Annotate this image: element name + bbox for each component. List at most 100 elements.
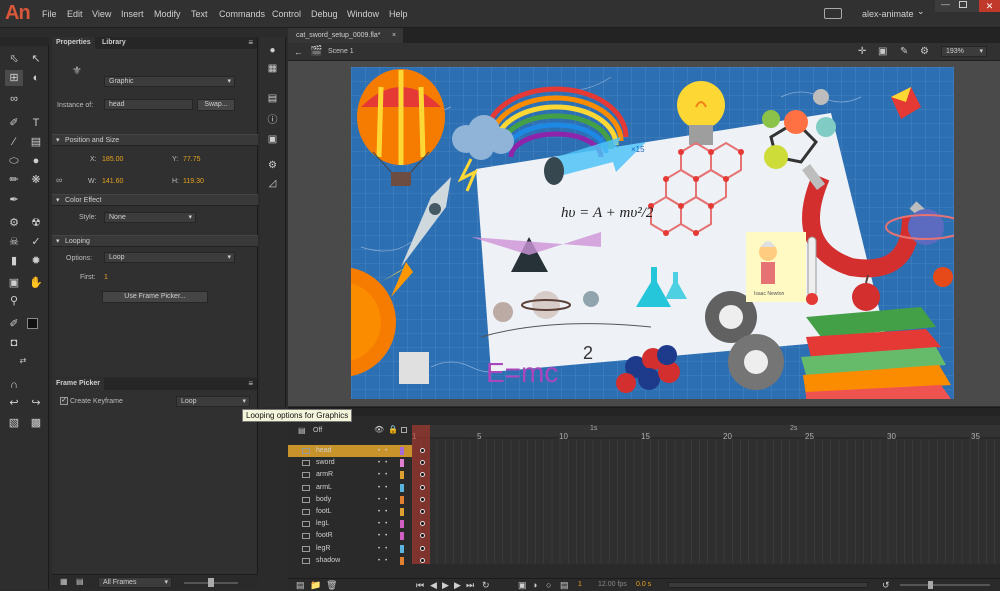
- step-forward-icon[interactable]: ▶: [454, 580, 461, 591]
- layer-name[interactable]: legL: [316, 518, 329, 530]
- layer-visibility-lock-dots[interactable]: ••: [378, 457, 392, 469]
- menu-insert[interactable]: Insert: [121, 9, 144, 19]
- menu-text[interactable]: Text: [191, 9, 208, 19]
- option-icon[interactable]: ▧: [5, 415, 23, 431]
- zoom-tool-icon[interactable]: ⚲: [5, 293, 23, 309]
- menu-file[interactable]: File: [42, 9, 57, 19]
- play-icon[interactable]: ▶: [442, 580, 449, 591]
- layer-name[interactable]: shadow: [316, 555, 340, 567]
- layer-row-armR[interactable]: armR ••: [288, 469, 412, 481]
- lock-all-icon[interactable]: 🔒: [388, 425, 398, 434]
- create-keyframe-checkbox[interactable]: ✓: [60, 397, 68, 405]
- grid-view-icon[interactable]: ▦: [60, 577, 68, 586]
- edit-multiple-frames-icon[interactable]: ▤: [560, 580, 569, 591]
- layer-color-swatch[interactable]: [400, 447, 404, 455]
- layer-name[interactable]: footR: [316, 530, 333, 542]
- transform-panel-icon[interactable]: ▣: [265, 133, 280, 146]
- subselection-tool-icon[interactable]: ↖: [27, 51, 45, 67]
- layer-name[interactable]: armL: [316, 482, 332, 494]
- frame-rate[interactable]: 12.00 fps: [598, 581, 627, 588]
- eyedropper-tool-icon[interactable]: ✓: [27, 234, 45, 250]
- panel-menu-icon[interactable]: ≡: [248, 38, 253, 47]
- layer-color-swatch[interactable]: [400, 508, 404, 516]
- menu-commands[interactable]: Commands: [219, 9, 265, 19]
- layer-row-legL[interactable]: legL ••: [288, 518, 412, 530]
- tab-frame-picker[interactable]: Frame Picker: [52, 378, 104, 390]
- pen-tool-icon[interactable]: ✐: [5, 115, 23, 131]
- delete-layer-icon[interactable]: 🗑: [326, 580, 337, 591]
- tab-library[interactable]: Library: [98, 37, 130, 49]
- first-frame-icon[interactable]: ⏮: [416, 580, 424, 591]
- loop-icon[interactable]: ↻: [482, 580, 490, 591]
- section-looping[interactable]: Looping: [52, 235, 258, 247]
- layer-visibility-lock-dots[interactable]: ••: [378, 530, 392, 542]
- layer-name[interactable]: head: [316, 445, 332, 457]
- layer-row-legR[interactable]: legR ••: [288, 543, 412, 555]
- snap-magnet-icon[interactable]: ∩: [5, 377, 23, 393]
- tab-properties[interactable]: Properties: [52, 37, 95, 49]
- menu-modify[interactable]: Modify: [154, 9, 181, 19]
- back-arrow-icon[interactable]: ←: [294, 47, 303, 57]
- edit-symbols-icon[interactable]: ⚙: [920, 46, 929, 57]
- fill-color-icon[interactable]: ◘: [5, 335, 23, 351]
- center-frame-icon[interactable]: ▣: [518, 580, 527, 591]
- frames-grid[interactable]: [412, 439, 1000, 564]
- instance-of-field[interactable]: head: [104, 99, 193, 110]
- layer-visibility-lock-dots[interactable]: ••: [378, 494, 392, 506]
- playhead[interactable]: [412, 425, 430, 564]
- edit-scene-icon[interactable]: ✎: [900, 46, 908, 57]
- stage-center-icon[interactable]: ✛: [858, 46, 866, 57]
- frame-picker-menu-icon[interactable]: ≡: [248, 379, 253, 388]
- 3d-rotation-tool-icon[interactable]: ◐: [27, 70, 45, 86]
- rectangle-tool-icon[interactable]: ▤: [27, 134, 45, 150]
- clip-content-icon[interactable]: ▣: [878, 46, 887, 57]
- y-value[interactable]: 77.75: [183, 156, 201, 163]
- bone-tool-icon[interactable]: ⚙: [5, 215, 23, 231]
- layer-visibility-lock-dots[interactable]: ••: [378, 518, 392, 530]
- timeline-scrollbar[interactable]: [668, 582, 868, 588]
- polystar-tool-icon[interactable]: ●: [27, 153, 45, 169]
- new-layer-icon[interactable]: ▤: [296, 580, 305, 591]
- info-panel-icon[interactable]: ⓘ: [265, 114, 280, 127]
- eraser-tool-icon[interactable]: ▮: [5, 253, 23, 269]
- timeline-zoom-handle[interactable]: [928, 581, 933, 589]
- all-frames-dropdown[interactable]: All Frames: [98, 577, 172, 588]
- color-panel-icon[interactable]: ●: [265, 44, 280, 57]
- free-transform-tool-icon[interactable]: ⊞: [5, 70, 23, 86]
- user-chevron-icon[interactable]: ⌄: [917, 6, 925, 17]
- document-tab[interactable]: cat_sword_setup_0009.fla* ×: [288, 28, 403, 43]
- layer-color-swatch[interactable]: [400, 532, 404, 541]
- layer-visibility-lock-dots[interactable]: ••: [378, 543, 392, 555]
- option2-icon[interactable]: ▩: [27, 415, 45, 431]
- align-panel-icon[interactable]: ▤: [265, 92, 280, 105]
- workspace-icon[interactable]: [824, 8, 842, 19]
- new-folder-icon[interactable]: 📁: [310, 580, 321, 591]
- restore-icon[interactable]: [959, 1, 967, 8]
- menu-help[interactable]: Help: [389, 9, 408, 19]
- layer-color-swatch[interactable]: [400, 483, 404, 492]
- swatches-panel-icon[interactable]: ▦: [265, 62, 280, 75]
- lasso-tool-icon[interactable]: ∞: [5, 91, 23, 107]
- zoom-dropdown[interactable]: 193%: [941, 46, 987, 57]
- layer-color-swatch[interactable]: [400, 459, 404, 468]
- pencil-tool-icon[interactable]: ✏: [5, 172, 23, 188]
- show-all-icon[interactable]: 👁: [374, 425, 384, 434]
- frame-ruler[interactable]: [412, 425, 1000, 437]
- layer-row-footR[interactable]: footR ••: [288, 530, 412, 542]
- looping-options-dropdown[interactable]: Loop: [104, 252, 235, 263]
- user-name[interactable]: alex-animate: [862, 9, 914, 19]
- keyframe-legR[interactable]: [420, 545, 425, 551]
- minimize-icon[interactable]: —: [941, 0, 950, 9]
- layer-name[interactable]: armR: [316, 469, 333, 481]
- menu-window[interactable]: Window: [347, 9, 379, 19]
- section-color-effect[interactable]: Color Effect: [52, 194, 258, 206]
- layer-color-swatch[interactable]: [400, 556, 404, 565]
- close-icon[interactable]: ✕: [979, 0, 1000, 12]
- timeline-zoom-slider[interactable]: [900, 584, 990, 586]
- bucket-tool-icon[interactable]: ☠: [5, 234, 23, 250]
- line-tool-icon[interactable]: ∕: [5, 134, 23, 150]
- list-view-icon[interactable]: ▤: [76, 577, 84, 586]
- keyframe-footL[interactable]: [420, 509, 425, 514]
- layer-color-swatch[interactable]: [400, 520, 404, 529]
- outline-all-icon[interactable]: [401, 427, 407, 433]
